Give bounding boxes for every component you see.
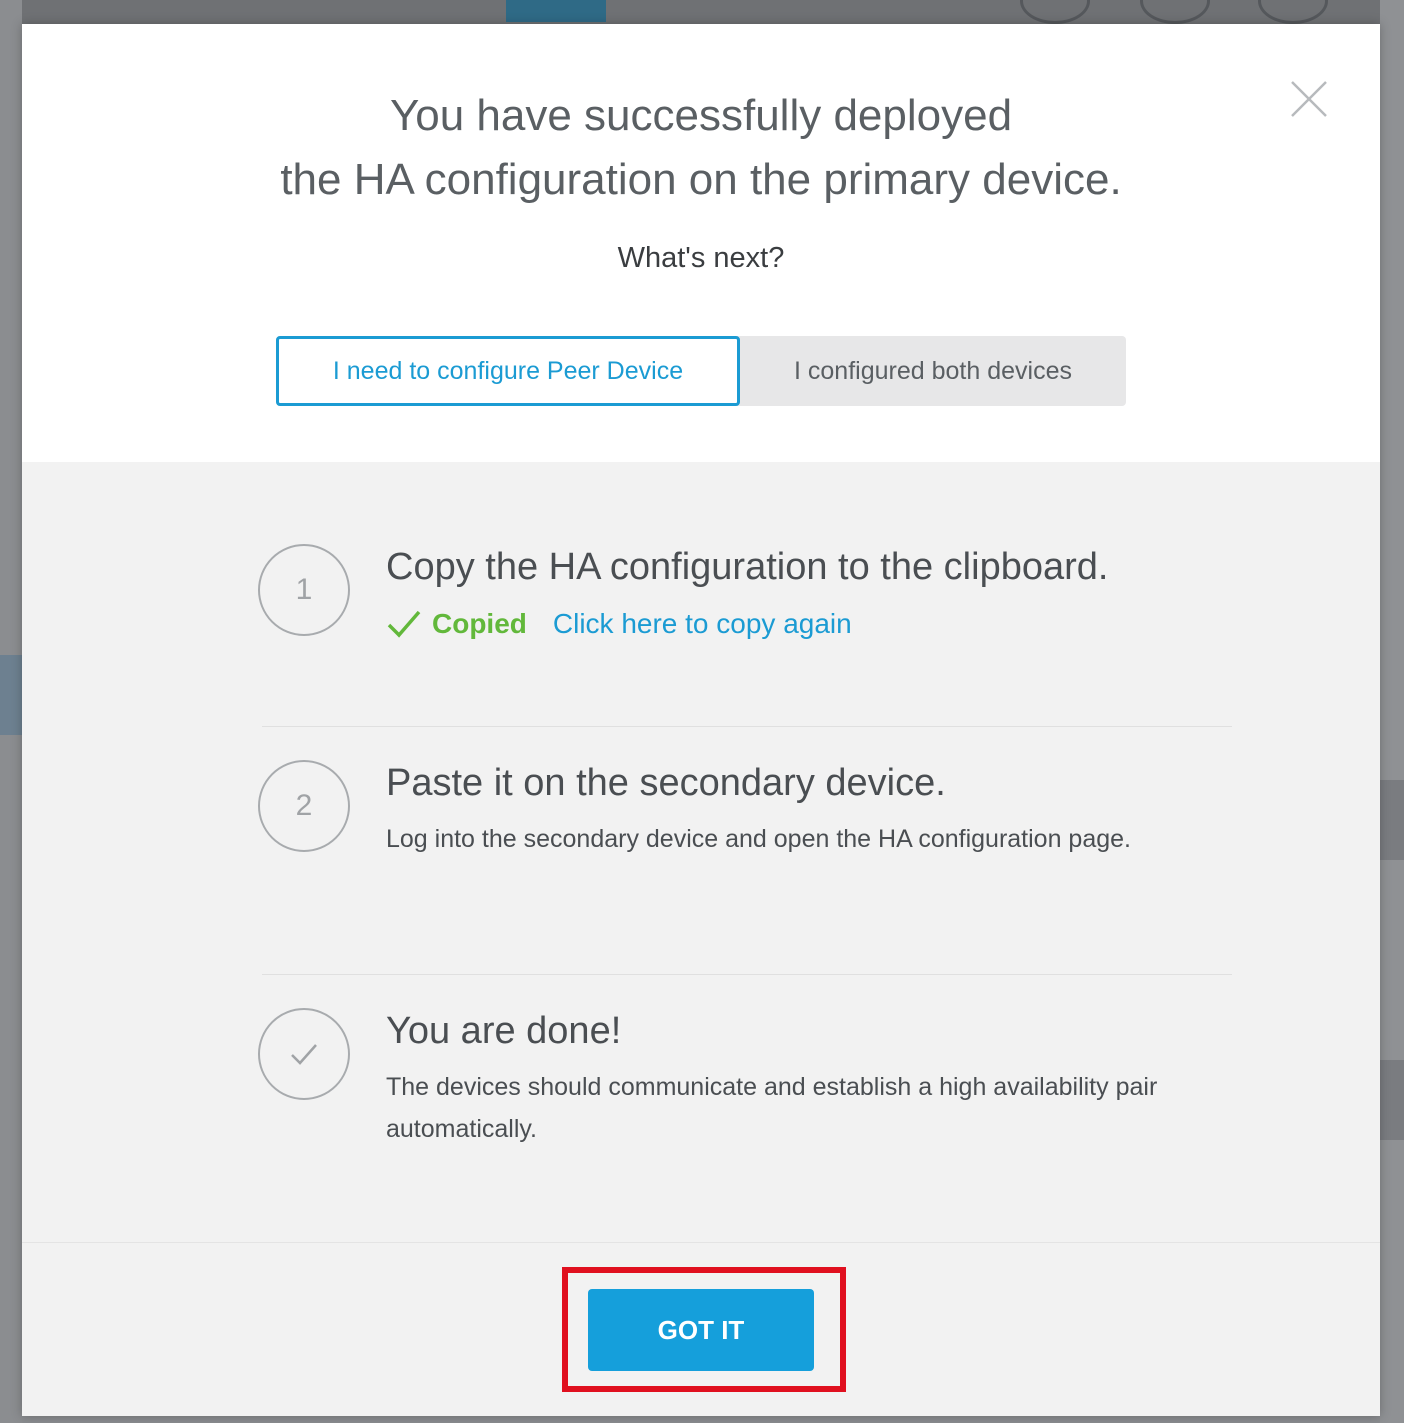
check-icon	[291, 1044, 317, 1065]
whats-next-label: What's next?	[617, 242, 785, 274]
step-title: Paste it on the secondary device.	[386, 762, 946, 804]
background-left-accent	[0, 655, 22, 735]
steps-list: 1 Copy the HA configuration to the clipb…	[22, 462, 1380, 1242]
step-divider	[262, 974, 1232, 975]
step-done-badge	[258, 1008, 350, 1100]
dialog-title: You have successfully deployed the HA co…	[22, 84, 1380, 212]
dialog-title-line: You have successfully deployed	[389, 91, 1013, 140]
step-title: Copy the HA configuration to the clipboa…	[386, 546, 1109, 588]
background-right-row	[1380, 1060, 1404, 1140]
check-icon	[387, 610, 421, 638]
step-number: 2	[258, 760, 350, 852]
copied-status-label: Copied	[432, 608, 527, 639]
dialog-footer: GOT IT	[22, 1242, 1380, 1416]
ha-success-dialog: You have successfully deployed the HA co…	[22, 24, 1380, 1416]
next-step-toggle: I need to configure Peer Device I config…	[276, 336, 1126, 406]
step-divider	[262, 726, 1232, 727]
step-title: You are done!	[386, 1010, 622, 1052]
got-it-button[interactable]: GOT IT	[588, 1289, 814, 1371]
step-number: 1	[258, 544, 350, 636]
dialog-title-line: the HA configuration on the primary devi…	[280, 155, 1122, 204]
copy-again-link[interactable]: Click here to copy again	[553, 608, 852, 640]
configured-both-devices-option[interactable]: I configured both devices	[740, 336, 1126, 406]
dialog-header: You have successfully deployed the HA co…	[22, 24, 1380, 462]
step-description: The devices should communicate and estab…	[386, 1073, 1158, 1143]
copy-status: Copied Click here to copy again	[386, 608, 852, 640]
background-right-row	[1380, 780, 1404, 860]
step-description: Log into the secondary device and open t…	[386, 825, 1131, 853]
background-right-panel	[1380, 0, 1404, 1423]
background-tab	[506, 0, 606, 22]
configure-peer-device-option[interactable]: I need to configure Peer Device	[276, 336, 740, 406]
